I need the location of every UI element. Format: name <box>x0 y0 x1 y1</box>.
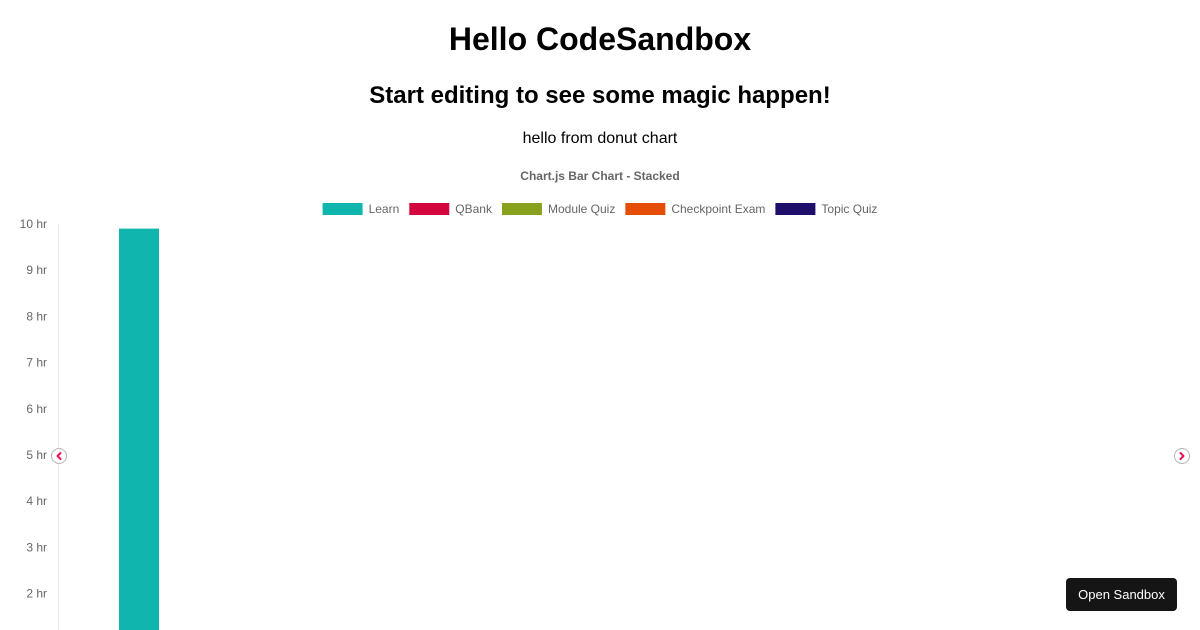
stacked-bar-chart: Chart.js Bar Chart - Stacked Learn QBank M… <box>20 169 878 630</box>
prev-button[interactable] <box>51 448 67 464</box>
legend-swatch <box>322 203 363 215</box>
chevron-left-icon <box>56 452 62 460</box>
legend-label: Module Quiz <box>548 202 615 216</box>
legend-item[interactable]: Checkpoint Exam <box>625 202 765 216</box>
legend-item[interactable]: Module Quiz <box>501 202 615 216</box>
y-tick-label: 10 hr <box>20 217 47 231</box>
legend-label: Learn <box>369 202 400 216</box>
legend-swatch <box>409 203 450 215</box>
chevron-right-icon <box>1179 452 1185 460</box>
legend-item[interactable]: Learn <box>322 202 400 216</box>
y-tick-label: 2 hr <box>26 587 47 601</box>
bar-segment <box>119 228 159 630</box>
next-button[interactable] <box>1174 448 1190 464</box>
legend-item[interactable]: QBank <box>409 202 493 216</box>
legend-label: QBank <box>455 202 493 216</box>
legend-item[interactable]: Topic Quiz <box>775 202 877 216</box>
legend-swatch <box>775 203 816 215</box>
legend-swatch <box>625 203 666 215</box>
legend-label: Topic Quiz <box>821 202 877 216</box>
chart-legend[interactable]: Learn QBank Module Quiz Checkpoint Exam Topi… <box>322 202 878 216</box>
y-tick-label: 4 hr <box>26 494 47 508</box>
legend-swatch <box>501 203 542 215</box>
y-tick-label: 7 hr <box>26 356 47 370</box>
legend-label: Checkpoint Exam <box>671 202 765 216</box>
y-tick-label: 6 hr <box>26 402 47 416</box>
y-tick-label: 9 hr <box>26 263 47 277</box>
y-tick-label: 3 hr <box>26 540 47 554</box>
y-tick-label: 8 hr <box>26 309 47 323</box>
y-tick-label: 5 hr <box>26 448 47 462</box>
chart-title: Chart.js Bar Chart - Stacked <box>520 169 679 183</box>
y-axis: 2 hr 3 hr 4 hr 5 hr 6 hr 7 hr 8 hr 9 hr 10 hr <box>20 217 59 630</box>
open-sandbox-button[interactable]: Open Sandbox <box>1066 578 1177 611</box>
bar-group <box>119 228 159 630</box>
